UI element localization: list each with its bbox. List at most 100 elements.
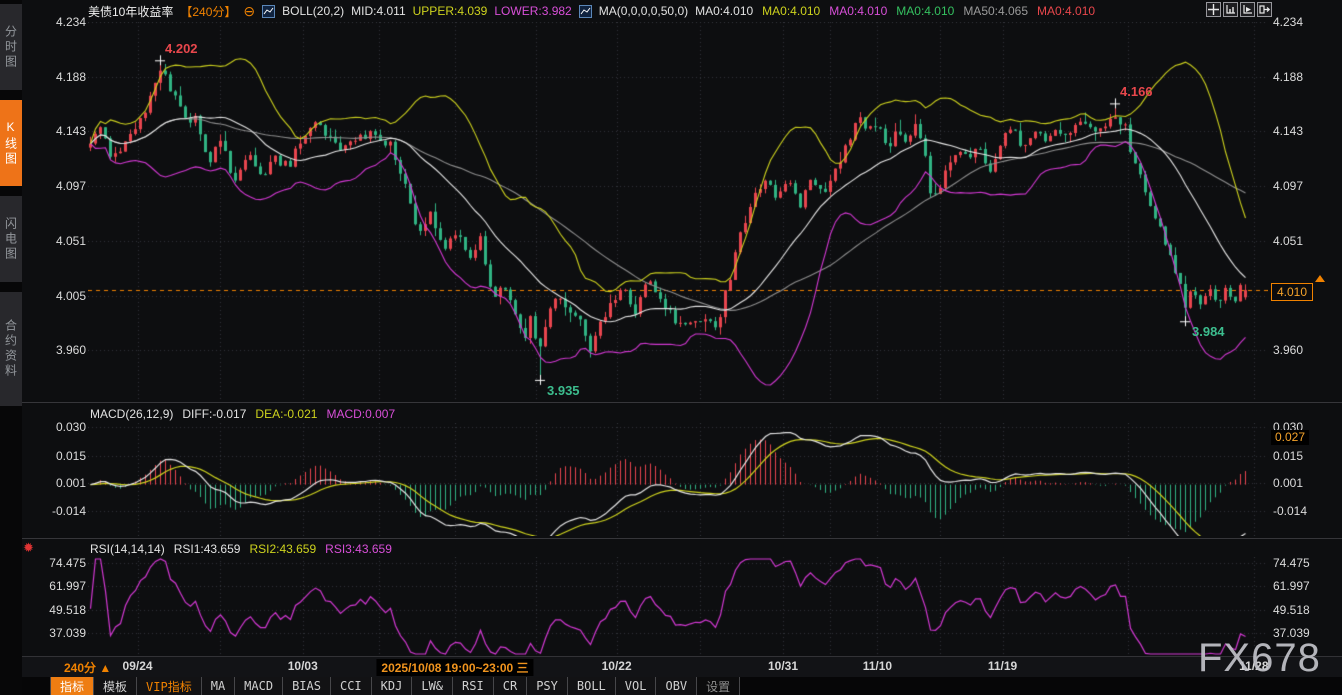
timeframe-tag: 【240分】: [180, 3, 236, 20]
y-axis-label: 0.015: [1273, 448, 1335, 464]
y-axis-label: 0.030: [34, 419, 86, 435]
selected-candle-datetime: 2025/10/08 19:00~23:00 三: [376, 659, 533, 676]
macd-hist-value: MACD:0.007: [326, 407, 395, 422]
timeframe-dropdown-button[interactable]: 240分 ▲: [64, 659, 111, 676]
toolbar-item-RSI[interactable]: RSI: [453, 677, 494, 695]
ma-values: MA0:4.010 MA0:4.010 MA0:4.010 MA0:4.010 MA50…: [695, 4, 1104, 18]
date-label: 11/10: [863, 659, 892, 673]
y-axis-label: 0.001: [1273, 475, 1335, 491]
sidebar-tab-1[interactable]: 分时图: [0, 4, 22, 90]
y-axis-label: 4.188: [1273, 69, 1335, 85]
y-axis-label: 4.143: [1273, 123, 1335, 139]
y-axis-label: 61.997: [1273, 578, 1335, 594]
main-candlestick-chart[interactable]: [88, 22, 1268, 401]
date-label: 11/19: [988, 659, 1017, 673]
y-axis-label: 37.039: [34, 625, 86, 641]
page-forward-icon[interactable]: [1257, 2, 1272, 17]
rsi2-value: RSI2:43.659: [249, 542, 316, 557]
ma-value: MA50:4.065: [963, 4, 1028, 18]
date-label: 09/24: [123, 659, 153, 673]
low-price-marker: 3.984: [1192, 324, 1225, 339]
low-price-marker: 3.935: [547, 383, 580, 398]
rsi-params: RSI(14,14,14): [90, 542, 165, 557]
left-sidebar: 分时图 K线图闪电图合约资料: [0, 0, 22, 695]
y-axis-label: 61.997: [34, 578, 86, 594]
collapse-icon[interactable]: ⊖: [243, 4, 255, 18]
rsi3-value: RSI3:43.659: [325, 542, 392, 557]
macd-panel-chart[interactable]: [88, 423, 1268, 536]
ma-params: MA(0,0,0,0,50,0): [599, 4, 688, 18]
toolbar-item-OBV[interactable]: OBV: [656, 677, 697, 695]
high-price-marker: 4.202: [165, 41, 198, 56]
y-axis-label: 4.234: [34, 14, 86, 30]
macd-diff-value: DIFF:-0.017: [182, 407, 246, 422]
y-axis-label: 4.097: [1273, 178, 1335, 194]
y-axis-label: 3.960: [1273, 342, 1335, 358]
y-axis-label: 74.475: [1273, 555, 1335, 571]
y-axis-label: 74.475: [34, 555, 86, 571]
panel-separator: [22, 402, 1342, 403]
rsi1-value: RSI1:43.659: [174, 542, 241, 557]
y-axis-label: 49.518: [1273, 602, 1335, 618]
time-axis-row: 240分 ▲ 09/24 10/03 2025/10/08 19:00~23:00 …: [22, 656, 1342, 677]
boll-mid-value: MID:4.011: [351, 4, 405, 18]
y-axis-label: 3.960: [34, 342, 86, 358]
toolbar-item-MA[interactable]: MA: [202, 677, 235, 695]
toolbar-item-KDJ[interactable]: KDJ: [372, 677, 413, 695]
toolbar-item-BIAS[interactable]: BIAS: [283, 677, 331, 695]
macd-dea-value: DEA:-0.021: [255, 407, 317, 422]
y-axis-label: 4.051: [1273, 233, 1335, 249]
toolbar-item-设置[interactable]: 设置: [697, 677, 740, 695]
y-axis-label: 4.051: [34, 233, 86, 249]
toolbar-item-VIP指标[interactable]: VIP指标: [137, 677, 202, 695]
ma-value: MA0:4.010: [829, 4, 887, 18]
ma-value: MA0:4.010: [695, 4, 753, 18]
sidebar-tab-2[interactable]: K线图: [0, 100, 22, 186]
date-label: 10/03: [288, 659, 318, 673]
y-axis-label: 37.039: [1273, 625, 1335, 641]
date-label: 10/22: [602, 659, 632, 673]
toolbar-item-LW&[interactable]: LW&: [412, 677, 453, 695]
symbol-title: 美债10年收益率: [88, 3, 173, 20]
rsi-panel-chart[interactable]: [88, 557, 1268, 656]
boll-upper-value: UPPER:4.039: [413, 4, 488, 18]
toolbar-item-CR[interactable]: CR: [494, 677, 527, 695]
y-axis-label: -0.014: [1273, 503, 1335, 519]
chart-header: 美债10年收益率 【240分】 ⊖ BOLL(20,2) MID:4.011 U…: [88, 0, 1104, 22]
toolbar-item-模板[interactable]: 模板: [94, 677, 137, 695]
zoom-in-icon[interactable]: [1240, 2, 1255, 17]
y-axis-label: 4.005: [34, 288, 86, 304]
y-axis-label: -0.014: [34, 503, 86, 519]
date-label: 10/31: [768, 659, 798, 673]
y-axis-label: 0.015: [34, 448, 86, 464]
toolbar-item-BOLL[interactable]: BOLL: [568, 677, 616, 695]
panel-separator: [22, 538, 1342, 539]
sidebar-tab-3[interactable]: 闪电图: [0, 196, 22, 282]
y-axis-label: 4.188: [34, 69, 86, 85]
last-price-tag: 4.010: [1271, 283, 1313, 301]
zoom-out-icon[interactable]: [1223, 2, 1238, 17]
boll-indicator-icon[interactable]: [262, 5, 275, 18]
boll-params: BOLL(20,2): [282, 4, 344, 18]
toolbar-item-VOL[interactable]: VOL: [616, 677, 657, 695]
toolbar-item-CCI[interactable]: CCI: [331, 677, 372, 695]
y-axis-label: 4.097: [34, 178, 86, 194]
chart-tool-buttons: [1206, 2, 1272, 17]
y-axis-label: 4.143: [34, 123, 86, 139]
y-axis-label: 49.518: [34, 602, 86, 618]
alert-sun-icon[interactable]: ✹: [23, 540, 34, 556]
toolbar-item-指标[interactable]: 指标: [50, 677, 94, 695]
price-up-arrow-icon: [1315, 275, 1325, 282]
macd-header: MACD(26,12,9) DIFF:-0.017 DEA:-0.021 MAC…: [90, 407, 395, 422]
toolbar-item-PSY[interactable]: PSY: [527, 677, 568, 695]
ma-value: MA0:4.010: [1037, 4, 1095, 18]
ma-indicator-icon[interactable]: [579, 5, 592, 18]
crosshair-icon[interactable]: [1206, 2, 1221, 17]
sidebar-tab-4[interactable]: 合约资料: [0, 292, 22, 406]
macd-params: MACD(26,12,9): [90, 407, 173, 422]
macd-value-badge: 0.027: [1271, 430, 1309, 445]
ma-value: MA0:4.010: [896, 4, 954, 18]
toolbar-item-MACD[interactable]: MACD: [235, 677, 283, 695]
rsi-header: RSI(14,14,14) RSI1:43.659 RSI2:43.659 RS…: [90, 542, 392, 557]
y-axis-label: 0.001: [34, 475, 86, 491]
